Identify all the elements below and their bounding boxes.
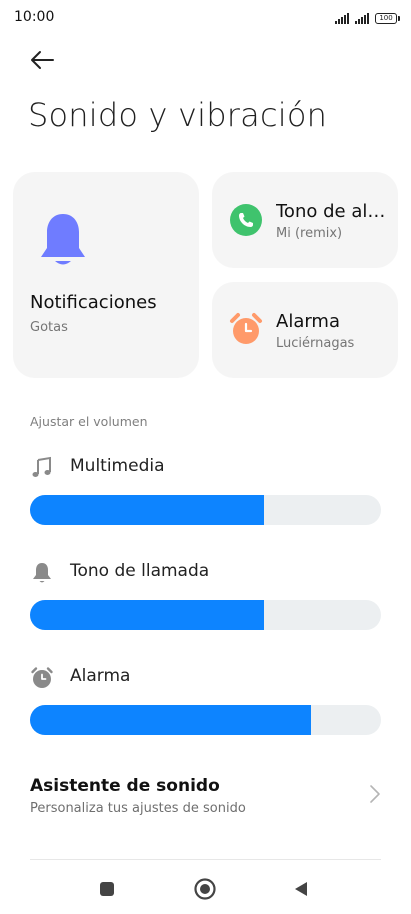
- nav-home-button[interactable]: [190, 874, 220, 904]
- sound-assistant-item[interactable]: Asistente de sonido Personaliza tus ajus…: [0, 760, 411, 840]
- home-circle-icon: [194, 878, 216, 900]
- alarm-title: Alarma: [276, 311, 340, 332]
- volume-slider[interactable]: [30, 705, 381, 735]
- status-icons: 100: [335, 11, 400, 25]
- signal-icon-2: [355, 12, 369, 24]
- chevron-right-icon: [370, 785, 380, 803]
- volume-slider-fill: [30, 705, 311, 735]
- back-button[interactable]: [28, 46, 56, 74]
- ringtone-card[interactable]: Tono de alarma Mi (remix): [212, 172, 398, 268]
- volume-label: Alarma: [70, 666, 131, 686]
- alarm-card[interactable]: Alarma Luciérnagas: [212, 282, 398, 378]
- square-icon: [100, 882, 114, 896]
- notifications-title: Notificaciones: [30, 292, 157, 313]
- sound-assistant-title: Asistente de sonido: [30, 776, 220, 796]
- volume-slider[interactable]: [30, 495, 381, 525]
- page-title: Sonido y vibración: [28, 96, 328, 134]
- sound-assistant-subtitle: Personaliza tus ajustes de sonido: [30, 801, 246, 816]
- phone-icon: [230, 204, 262, 236]
- volume-slider[interactable]: [30, 600, 381, 630]
- bell-icon: [33, 563, 51, 583]
- divider: [30, 859, 381, 860]
- battery-level: 100: [379, 13, 393, 22]
- volume-section-label: Ajustar el volumen: [30, 414, 148, 429]
- ringtone-title: Tono de alarma: [276, 201, 391, 222]
- triangle-back-icon: [295, 882, 307, 896]
- bell-icon: [41, 214, 85, 265]
- alarm-clock-icon: [31, 667, 53, 688]
- alarm-clock-icon: [229, 312, 263, 346]
- volume-label: Multimedia: [70, 456, 165, 476]
- arrow-left-icon: [31, 51, 54, 69]
- volume-slider-fill: [30, 495, 265, 525]
- status-time: 10:00: [14, 9, 55, 25]
- volume-label: Tono de llamada: [70, 561, 210, 581]
- notifications-card[interactable]: Notificaciones Gotas: [13, 172, 199, 378]
- battery-icon: 100: [375, 12, 400, 24]
- ringtone-subtitle: Mi (remix): [276, 226, 343, 241]
- music-note-icon: [32, 456, 51, 477]
- signal-icon: [335, 12, 349, 24]
- nav-recents-button[interactable]: [92, 874, 122, 904]
- alarm-subtitle: Luciérnagas: [276, 336, 355, 351]
- notifications-subtitle: Gotas: [30, 320, 68, 335]
- volume-slider-fill: [30, 600, 265, 630]
- nav-back-button[interactable]: [286, 874, 316, 904]
